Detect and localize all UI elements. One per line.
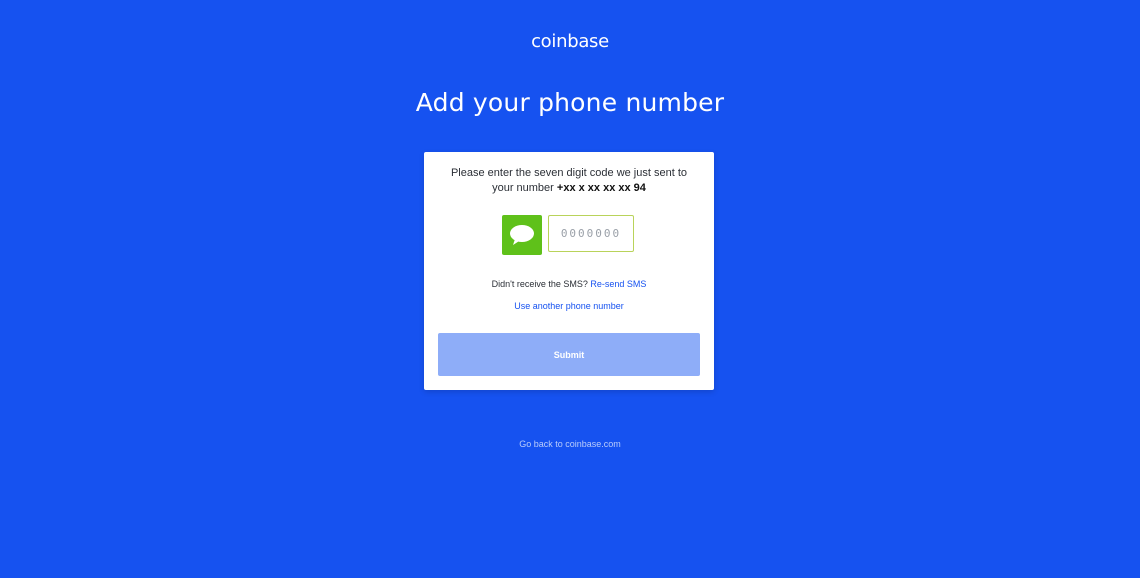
sms-badge <box>502 215 542 255</box>
page-title: Add your phone number <box>415 88 725 117</box>
instructions-text: Please enter the seven digit code we jus… <box>444 166 694 196</box>
masked-phone-number: +xx x xx xx xx 94 <box>556 182 646 194</box>
chat-bubble-icon <box>510 225 534 245</box>
another-number-row: Use another phone number <box>424 301 714 311</box>
resend-row: Didn't receive the SMS? Re-send SMS <box>424 279 714 289</box>
submit-button[interactable]: Submit <box>438 333 700 376</box>
resend-sms-link[interactable]: Re-send SMS <box>590 279 646 289</box>
coinbase-logo: coinbase <box>531 31 609 52</box>
verification-code-input[interactable] <box>548 215 634 252</box>
back-to-coinbase-link[interactable]: Go back to coinbase.com <box>0 439 1140 449</box>
use-another-number-link[interactable]: Use another phone number <box>514 301 624 311</box>
verification-card: Please enter the seven digit code we jus… <box>424 152 714 390</box>
resend-prompt: Didn't receive the SMS? <box>491 279 588 289</box>
